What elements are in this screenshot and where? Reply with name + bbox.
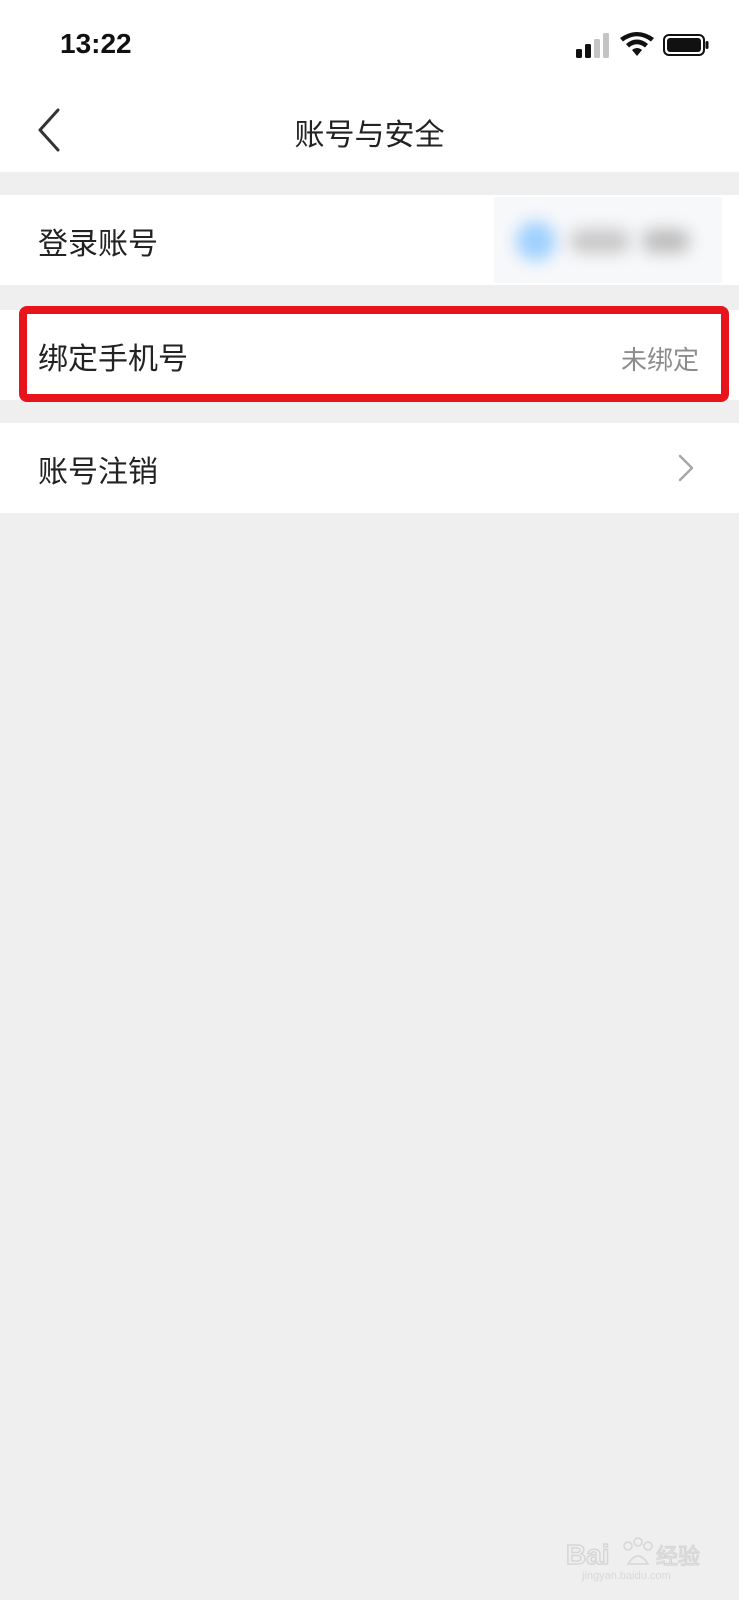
row-label: 登录账号 [38, 227, 158, 262]
page-title: 账号与安全 [294, 118, 445, 153]
wifi-icon [620, 32, 654, 56]
svg-text:Bai: Bai [566, 1539, 610, 1570]
chevron-right-icon [678, 454, 694, 482]
row-account-cancellation[interactable]: 账号注销 [0, 423, 739, 513]
row-login-account[interactable]: 登录账号 [0, 195, 739, 285]
baidu-logo-watermark: Bai 经验 [566, 1537, 701, 1571]
watermark-url: jingyan.baidu.com [582, 1570, 671, 1582]
signal-icon [576, 33, 609, 58]
blurred-text [570, 229, 630, 253]
status-time: 13:22 [60, 28, 132, 59]
row-label: 账号注销 [38, 455, 158, 490]
baidu-watermark: Bai 经验 jingyan.baidu.com [566, 1534, 712, 1586]
highlight-frame [19, 306, 729, 402]
navigation-bar: 账号与安全 [0, 90, 739, 172]
battery-icon [663, 34, 709, 56]
svg-text:经验: 经验 [656, 1545, 700, 1570]
status-bar: 13:22 [0, 0, 739, 90]
blurred-avatar [516, 221, 556, 261]
blurred-account-value [494, 197, 722, 283]
blurred-text [642, 229, 690, 253]
